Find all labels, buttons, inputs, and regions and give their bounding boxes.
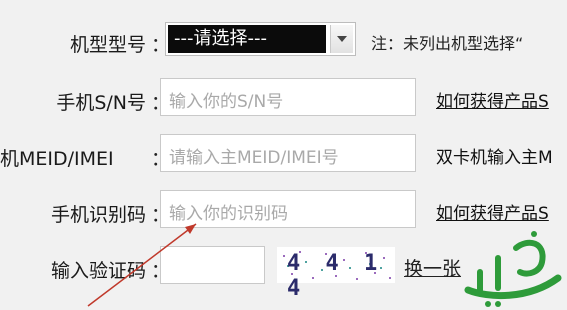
meid-input[interactable]: 请输入主MEID/IMEI号 xyxy=(160,134,416,172)
model-label: 机型型号 xyxy=(69,34,146,56)
meid-label: 机MEID/IMEI xyxy=(0,148,114,170)
idcode-input[interactable]: 输入你的识别码 xyxy=(160,190,416,228)
meid-note: 双卡机输入主M xyxy=(436,148,553,168)
sn-row: 手机S/N号 ： 输入你的S/N号 如何获得产品S xyxy=(0,78,567,122)
captcha-label: 输入验证码 xyxy=(50,260,146,282)
refresh-captcha-link[interactable]: 换一张 xyxy=(404,254,461,281)
captcha-text: 4 4 1 4 xyxy=(287,251,384,301)
meid-row: 机MEID/IMEI ： 请输入主MEID/IMEI号 双卡机输入主M xyxy=(0,134,567,178)
idcode-label: 手机识别码 xyxy=(50,204,146,226)
sn-label: 手机S/N号 xyxy=(56,92,146,114)
watermark-logo xyxy=(464,231,562,307)
idcode-help-link[interactable]: 如何获得产品S xyxy=(436,199,549,224)
model-note: 注：未列出机型选择“ xyxy=(371,34,524,53)
sn-input[interactable]: 输入你的S/N号 xyxy=(160,78,416,116)
sn-help-link[interactable]: 如何获得产品S xyxy=(436,87,549,112)
chevron-down-icon[interactable] xyxy=(330,25,353,53)
captcha-input[interactable] xyxy=(160,246,265,284)
model-select-value: ---请选择--- xyxy=(168,25,326,53)
captcha-image[interactable]: 4 4 1 4 xyxy=(277,247,395,301)
model-select[interactable]: ---请选择--- xyxy=(165,22,356,56)
